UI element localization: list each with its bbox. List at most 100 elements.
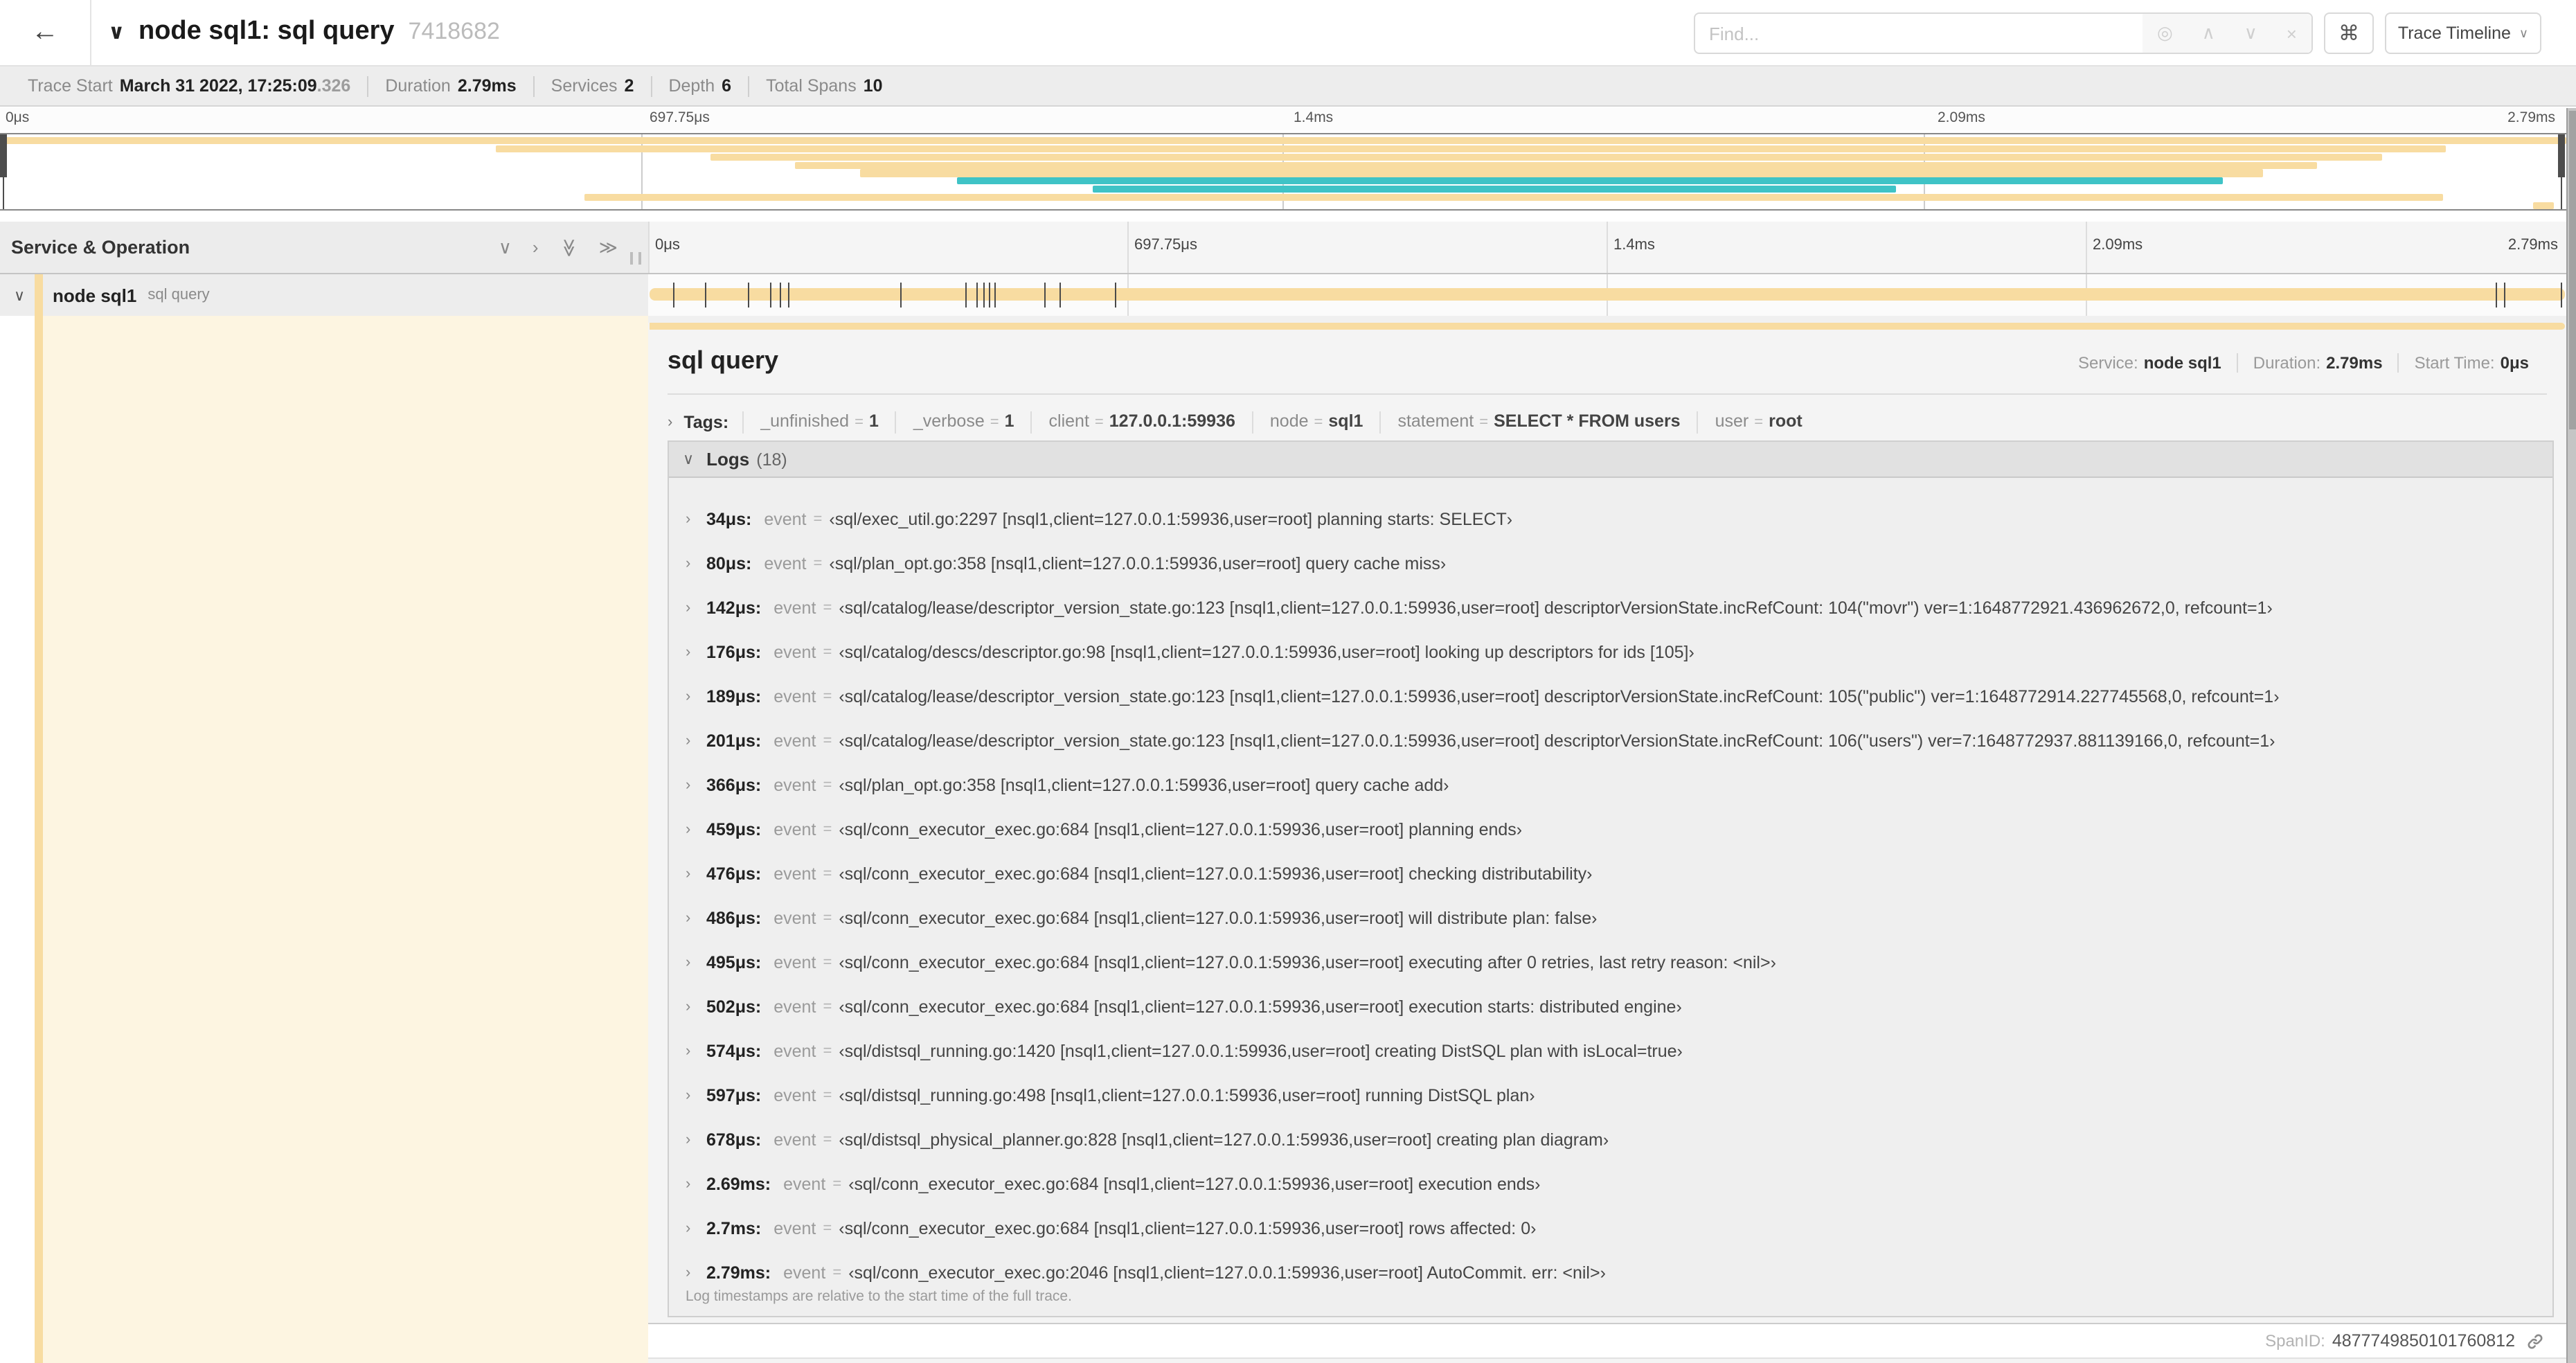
expand-all-double-chevron-right-icon[interactable]: ≫ [599,236,618,258]
logs-header[interactable]: ∨ Logs (18) [669,442,2552,478]
log-entry[interactable]: › 80μs: event = ‹sql/plan_opt.go:358 [nsql1,… [669,542,2552,586]
log-entry[interactable]: › 2.7ms: event = ‹sql/conn_executor_exec.go:… [669,1206,2552,1251]
trace-start: Trace Start March 31 2022, 17:25:09.326 [28,75,351,95]
chevron-right-icon: › [686,511,691,528]
chevron-right-icon: › [686,644,691,661]
column-resizer[interactable] [630,252,641,265]
span-name-column[interactable]: ∨ node sql1 sql query [0,274,648,316]
trace-collapse-chevron-down-icon[interactable]: ∨ [108,19,125,44]
service-color-bar [35,274,43,316]
log-entry[interactable]: › 495μs: event = ‹sql/conn_executor_exec.go:… [669,941,2552,985]
log-entry[interactable]: › 678μs: event = ‹sql/distsql_physical_plann… [669,1118,2552,1162]
find-prev-chevron-up-icon[interactable]: ∧ [2202,22,2215,44]
log-tick-mark [770,283,772,308]
logs-count: (18) [756,449,787,469]
tag-item: _unfinished = 1 [742,411,895,434]
service-operation-header: Service & Operation ∨ › ≫ ≫ [0,222,648,273]
chevron-right-icon: › [668,414,673,431]
minimap-span-bar [795,161,2318,169]
find-clear-icon[interactable]: × [2287,23,2297,44]
detail-start-time: Start Time: 0μs [2397,353,2544,373]
locate-icon[interactable]: ◎ [2157,22,2173,44]
tags-accordion[interactable]: › Tags: _unfinished = 1 _verbose = 1 client =… [668,407,2547,438]
find-input[interactable] [1695,14,2143,53]
service-operation-label: Service & Operation [11,237,190,258]
log-entry[interactable]: › 2.69ms: event = ‹sql/conn_executor_exec.go… [669,1162,2552,1206]
tick-label: 2.79ms [2507,109,2555,126]
log-entry[interactable]: › 459μs: event = ‹sql/conn_executor_exec.go:… [669,808,2552,852]
trace-duration: Duration 2.79ms [367,75,533,96]
log-tick-mark [988,283,990,308]
detail-meta: Service: node sql1 Duration: 2.79ms Start … [2063,353,2544,373]
log-entry[interactable]: › 201μs: event = ‹sql/catalog/lease/descript… [669,719,2552,763]
span-row[interactable]: ∨ node sql1 sql query [0,274,2576,316]
collapse-one-chevron-down-icon[interactable]: ∨ [499,236,512,258]
logs-label: Logs [706,449,750,470]
span-bar-marks [650,274,2565,316]
collapse-all-double-chevron-down-icon[interactable]: ≫ [559,236,580,258]
span-bar-track[interactable] [648,274,2566,316]
trace-minimap[interactable] [0,133,2566,211]
span-collapse-chevron-down-icon[interactable]: ∨ [14,286,25,304]
log-entry[interactable]: › 476μs: event = ‹sql/conn_executor_exec.go:… [669,852,2552,896]
span-detail-panel: sql query Service: node sql1 Duration: 2.7… [648,316,2566,1363]
timeline-grid-header: Service & Operation ∨ › ≫ ≫ 0μs 697.75μs… [0,222,2576,274]
chevron-right-icon: › [686,688,691,705]
keyboard-shortcuts-button[interactable]: ⌘ [2324,12,2374,54]
log-entry[interactable]: › 502μs: event = ‹sql/conn_executor_exec.go:… [669,985,2552,1029]
axis-tick-label: 1.4ms [1613,237,1655,253]
minimap-span-bar [495,145,2446,153]
tags-label: Tags: [683,413,729,432]
log-entry[interactable]: › 597μs: event = ‹sql/distsql_running.go:498… [669,1074,2552,1118]
tag-item: _verbose = 1 [895,411,1031,434]
find-next-chevron-down-icon[interactable]: ∨ [2244,22,2257,44]
log-entry[interactable]: › 574μs: event = ‹sql/distsql_running.go:142… [669,1029,2552,1074]
trace-summary-bar: Trace Start March 31 2022, 17:25:09.326 D… [0,66,2576,107]
chevron-right-icon: › [686,733,691,749]
axis-gridline [1127,222,1129,273]
log-entry[interactable]: › 142μs: event = ‹sql/catalog/lease/descript… [669,586,2552,630]
expand-one-chevron-right-icon[interactable]: › [533,237,539,258]
divider [668,393,2547,395]
scrollbar-thumb[interactable] [2569,111,2576,429]
back-button[interactable]: ← [0,0,91,65]
minimap-span-bar [2532,202,2554,209]
trace-id: 7418682 [408,18,500,44]
chevron-right-icon: › [686,1087,691,1104]
link-icon[interactable] [2526,1332,2544,1350]
chevron-right-icon: › [686,866,691,882]
logs-accordion: ∨ Logs (18) › 34μs: event = ‹sql/exec_util.g… [668,440,2554,1317]
tag-item: node = sql1 [1251,411,1380,434]
chevron-right-icon: › [686,954,691,971]
log-tick-mark [2496,283,2498,308]
log-tick-mark [994,283,996,308]
chevron-right-icon: › [686,910,691,927]
log-entry[interactable]: › 366μs: event = ‹sql/plan_opt.go:358 [nsql1… [669,763,2552,808]
log-entry[interactable]: › 176μs: event = ‹sql/catalog/descs/descript… [669,630,2552,675]
trace-view-select[interactable]: Trace Timeline ∨ [2385,12,2541,54]
trace-total-spans: Total Spans 10 [748,75,899,96]
chevron-right-icon: › [686,600,691,616]
tag-item: client = 127.0.0.1:59936 [1030,411,1252,434]
page-title: node sql1: sql query 7418682 [138,17,500,46]
chevron-right-icon: › [686,555,691,572]
minimap-tick-labels: 0μs 697.75μs 1.4ms 2.09ms 2.79ms [0,108,2566,130]
log-entry[interactable]: › 486μs: event = ‹sql/conn_executor_exec.go:… [669,896,2552,941]
detail-header: sql query Service: node sql1 Duration: 2.7… [668,346,2547,385]
span-operation-name: sql query [147,287,210,303]
chevron-right-icon: › [686,1265,691,1281]
tick-label: 697.75μs [650,109,710,126]
log-tick-mark [747,283,749,308]
tag-item: statement = SELECT * FROM users [1379,411,1697,434]
log-entry[interactable]: › 189μs: event = ‹sql/catalog/lease/descript… [669,675,2552,719]
log-entry[interactable]: › 34μs: event = ‹sql/exec_util.go:2297 [nsql… [669,497,2552,542]
axis-tick-label: 2.09ms [2093,237,2143,253]
minimap-span-bar [584,193,2444,202]
chevron-right-icon: › [686,1220,691,1237]
log-tick-mark [1044,283,1046,308]
chevron-right-icon: › [686,1132,691,1148]
vertical-scrollbar[interactable] [2566,108,2576,1363]
tick-label: 1.4ms [1294,109,1334,126]
span-id-value: 4877749850101760812 [2332,1331,2515,1351]
top-bar: ← ∨ node sql1: sql query7418682 ◎ ∧ ∨ × … [0,0,2576,66]
